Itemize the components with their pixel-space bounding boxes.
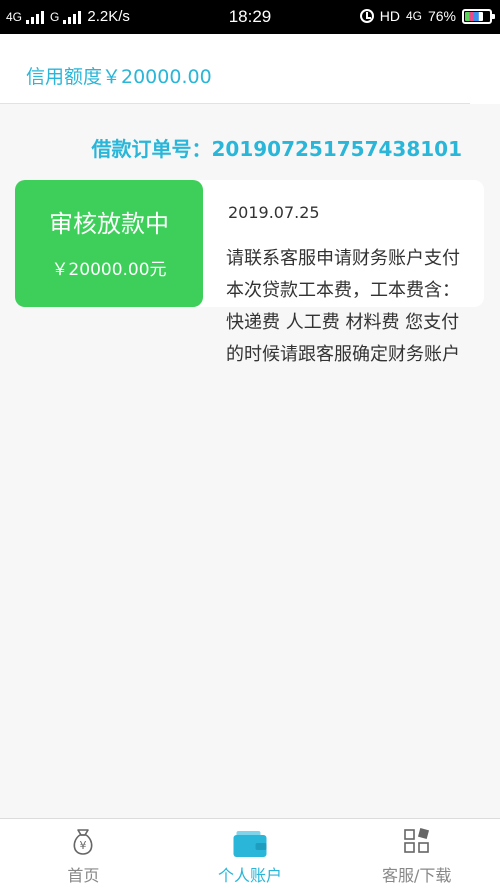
status-indicators: HD 4G 76% (359, 8, 495, 24)
money-bag-icon: ¥ (68, 827, 98, 861)
divider (0, 103, 470, 104)
apps-grid-icon (403, 827, 431, 859)
order-number: 借款订单号：201907251757438101 (91, 137, 463, 161)
battery-percent: 76% (427, 8, 456, 24)
status-bar: 4G G 2.2K/s 18:29 HD 4G 76% (0, 0, 500, 34)
tab-service[interactable]: 客服/下载 (333, 819, 500, 888)
credit-limit: 信用额度￥20000.00 (26, 66, 212, 88)
svg-text:¥: ¥ (80, 839, 87, 852)
tab-account[interactable]: 个人账户 (167, 819, 334, 888)
hd-indicator: HD (379, 8, 400, 24)
loan-status-badge: 审核放款中 ￥20000.00元 (15, 180, 203, 307)
loan-amount: ￥20000.00元 (51, 260, 167, 280)
record-message: 请联系客服申请财务账户支付本次贷款工本费，工本费含：快递费 人工费 材料费 您支… (226, 248, 460, 365)
alarm-icon (359, 9, 374, 23)
wallet-icon (233, 831, 267, 857)
tab-home[interactable]: ¥ 首页 (0, 819, 167, 888)
tab-home-label: 首页 (67, 866, 100, 885)
loan-status: 审核放款中 (49, 210, 169, 238)
bottom-nav: ¥ 首页 个人账户 客服/下载 (0, 818, 500, 888)
record-date: 2019.07.25 (228, 203, 320, 222)
credit-header: 信用额度￥20000.00 (0, 34, 500, 104)
network-type-3: 4G (405, 9, 422, 23)
tab-account-label: 个人账户 (218, 866, 283, 885)
tab-service-label: 客服/下载 (381, 866, 452, 885)
battery-icon (462, 8, 495, 24)
